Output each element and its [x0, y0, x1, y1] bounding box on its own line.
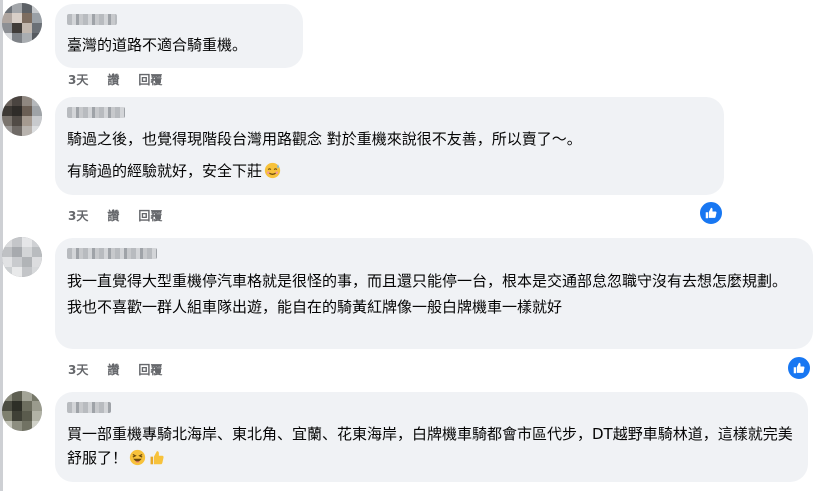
comment-bubble: 我一直覺得大型重機停汽車格就是很怪的事，而且還只能停一台，根本是交通部怠忽職守沒…	[55, 238, 813, 349]
comment-bubble: 臺灣的道路不適合騎重機。	[55, 4, 303, 68]
thumbs-up-icon	[793, 362, 805, 374]
avatar[interactable]	[2, 237, 42, 277]
author-name-blurred[interactable]	[67, 107, 125, 118]
comment-text-line-2: 有騎過的經驗就好，安全下莊	[67, 159, 712, 183]
reply-button[interactable]: 回覆	[138, 207, 162, 224]
thumbs-up-icon	[705, 207, 717, 219]
comment-actions: 3天 讚 回覆	[68, 71, 162, 88]
thumbs-up-emoji-icon	[150, 451, 164, 465]
like-reaction-badge[interactable]	[698, 200, 724, 226]
timestamp-link[interactable]: 3天	[68, 71, 88, 88]
like-button[interactable]: 讚	[107, 71, 119, 88]
reply-button[interactable]: 回覆	[138, 71, 162, 88]
reply-button[interactable]: 回覆	[138, 361, 162, 378]
avatar[interactable]	[2, 3, 42, 43]
comment-text-block: 買一部重機專騎北海岸、東北角、宜蘭、花東海岸，白牌機車騎都會市區代步，DT越野車…	[67, 422, 796, 470]
comment-actions: 3天 讚 回覆	[68, 207, 162, 224]
like-button[interactable]: 讚	[107, 207, 119, 224]
author-name-blurred[interactable]	[67, 14, 117, 25]
comment-text: 我一直覺得大型重機停汽車格就是很怪的事，而且還只能停一台，根本是交通部怠忽職守沒…	[67, 272, 788, 316]
comment-text: 臺灣的道路不適合騎重機。	[67, 36, 248, 54]
comment-bubble: 買一部重機專騎北海岸、東北角、宜蘭、花東海岸，白牌機車騎都會市區代步，DT越野車…	[55, 392, 808, 482]
comment-text: 買一部重機專騎北海岸、東北角、宜蘭、花東海岸，白牌機車騎都會市區代步，DT越野車…	[67, 425, 793, 467]
comment-actions: 3天 讚 回覆	[68, 361, 162, 378]
author-name-blurred[interactable]	[67, 248, 157, 259]
grinning-squinting-face-icon	[129, 449, 146, 466]
like-reaction-badge[interactable]	[786, 355, 812, 381]
avatar[interactable]	[2, 96, 42, 136]
author-name-blurred[interactable]	[67, 402, 111, 413]
comment-text: 有騎過的經驗就好，安全下莊	[67, 162, 263, 180]
comment-text: 騎過之後，也覺得現階段台灣用路觀念 對於重機來說很不友善，所以賣了～。	[67, 130, 582, 148]
face-with-sweat-icon	[264, 162, 281, 179]
timestamp-link[interactable]: 3天	[68, 361, 88, 378]
avatar[interactable]	[2, 391, 42, 431]
timestamp-link[interactable]: 3天	[68, 207, 88, 224]
comment-bubble: 騎過之後，也覺得現階段台灣用路觀念 對於重機來說很不友善，所以賣了～。 有騎過的…	[55, 97, 724, 195]
like-button[interactable]: 讚	[107, 361, 119, 378]
